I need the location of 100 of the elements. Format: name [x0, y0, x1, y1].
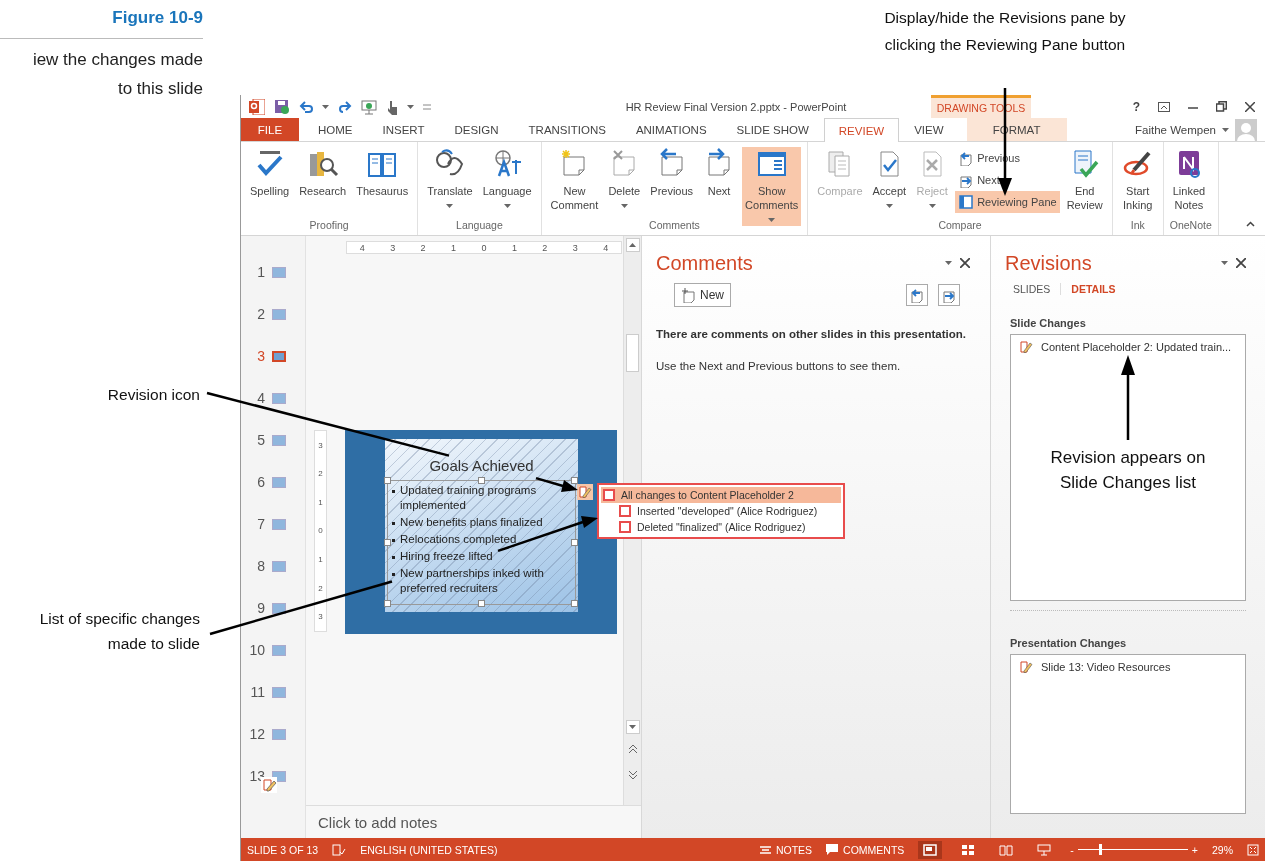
slide-number[interactable]: 1 [247, 264, 265, 280]
ribbon-button[interactable]: Language [479, 147, 535, 212]
ribbon-button[interactable]: Research [296, 147, 350, 200]
resize-handle[interactable] [477, 477, 485, 484]
resize-handle[interactable] [571, 477, 578, 484]
language-status[interactable]: ENGLISH (UNITED STATES) [360, 843, 498, 856]
ribbon-tab[interactable]: FILE [241, 118, 299, 141]
slide-thumbnail[interactable] [272, 434, 286, 446]
resize-handle[interactable] [384, 477, 391, 484]
slide-number[interactable]: 2 [247, 306, 265, 322]
pane-tab[interactable]: DETAILS [1071, 283, 1116, 295]
ribbon-tab[interactable]: SLIDE SHOW [721, 118, 824, 141]
revision-item[interactable]: Inserted "developed" (Alice Rodriguez) [601, 503, 841, 519]
close-icon [1245, 101, 1255, 112]
next-comment-button[interactable] [938, 284, 960, 306]
slide-number[interactable]: 7 [247, 516, 265, 532]
slide-number[interactable]: 5 [247, 432, 265, 448]
slide-thumbnail[interactable] [272, 266, 286, 278]
zoom-in-button[interactable]: + [1191, 843, 1198, 856]
slide-thumbnail[interactable] [272, 308, 286, 320]
ribbon-button[interactable]: Translate [424, 147, 476, 212]
slide-thumbnail[interactable] [272, 392, 286, 404]
ribbon-tab[interactable]: VIEW [899, 118, 959, 141]
slide-number[interactable]: 8 [247, 558, 265, 574]
slide-thumbnail[interactable] [272, 560, 286, 572]
previous-comment-button[interactable] [906, 284, 928, 306]
ribbon-button[interactable]: Show Comments [742, 147, 802, 226]
ribbon-button[interactable]: Thesaurus [353, 147, 412, 200]
ribbon-tab[interactable]: HOME [303, 118, 368, 141]
slide-number[interactable]: 10 [247, 642, 265, 658]
resize-handle[interactable] [477, 600, 485, 607]
slide-thumbnail[interactable] [272, 350, 286, 362]
slide-title: Goals Achieved [428, 457, 535, 474]
revision-text: Inserted "developed" (Alice Rodriguez) [637, 505, 818, 517]
callout-label: List of specific changes made to slide [38, 609, 200, 654]
ribbon-tab[interactable]: ANIMATIONS [620, 118, 722, 141]
scroll-down-button[interactable] [625, 720, 640, 734]
bullet-text: Relocations completed [400, 532, 517, 547]
ribbon-button[interactable]: New Comment [547, 147, 602, 214]
ribbon-button[interactable]: Linked Notes [1169, 147, 1209, 214]
slide-thumbnail[interactable] [272, 476, 286, 488]
ruler-number: 3 [318, 612, 323, 622]
slide-number[interactable]: 12 [247, 726, 265, 742]
revision-item[interactable]: Deleted "finalized" (Alice Rodriguez) [601, 519, 841, 535]
slide-number[interactable]: 11 [247, 684, 265, 700]
user-name[interactable]: Faithe Wempen [1135, 123, 1216, 136]
slide-number[interactable]: 6 [247, 474, 265, 490]
checkbox[interactable] [619, 521, 631, 533]
ribbon-tab[interactable]: DESIGN [439, 118, 514, 141]
resize-handle[interactable] [384, 600, 391, 607]
content-placeholder[interactable]: Updated training programs implemented New benefits plans finalized Relocations completed Hiring freeze lifted New partnerships inked with preferred recruiters [387, 480, 576, 605]
ribbon-tab[interactable]: TRANSITIONS [513, 118, 621, 141]
panel-window-icon [958, 194, 975, 210]
pane-options-icon [1221, 261, 1228, 265]
zoom-out-button[interactable]: - [1070, 843, 1074, 856]
revision-marker[interactable] [577, 484, 593, 500]
checkbox[interactable] [619, 505, 631, 517]
slide-thumbnail[interactable] [272, 644, 286, 656]
checkbox[interactable] [603, 489, 615, 501]
scroll-up-button[interactable] [625, 238, 640, 252]
slide-thumbnail[interactable] [272, 602, 286, 614]
slide-number[interactable]: 3 [247, 348, 265, 364]
double-up-arrow-icon [628, 745, 637, 753]
ribbon-button[interactable]: Previous [647, 147, 697, 200]
ribbon-button[interactable]: Next [955, 169, 1003, 191]
callout-label: Display/hide the Revisions pane by clicking the Reviewing Pane button [883, 8, 1127, 55]
pane-tab[interactable]: SLIDES [1013, 283, 1051, 295]
ribbon-button[interactable]: Delete [605, 147, 644, 212]
notes-button[interactable]: NOTES [759, 843, 813, 856]
change-item[interactable]: Content Placeholder 2: Updated train... [1019, 340, 1237, 354]
scroll-thumb[interactable] [626, 334, 639, 372]
ribbon-button[interactable]: Accept [869, 147, 910, 212]
group-label: OneNote [1169, 219, 1212, 233]
comments-button[interactable]: COMMENTS [826, 843, 905, 856]
slide-thumbnail[interactable] [272, 518, 286, 530]
change-item[interactable]: Slide 13: Video Resources [1019, 660, 1237, 674]
close-icon [960, 258, 970, 268]
zoom-percent[interactable]: 29% [1212, 843, 1233, 856]
ribbon-tab[interactable]: REVIEW [823, 118, 900, 142]
resize-handle[interactable] [571, 600, 578, 607]
slide-thumbnail[interactable] [272, 728, 286, 740]
slide-number[interactable]: 9 [247, 600, 265, 616]
ribbon-button[interactable]: Next [700, 147, 739, 200]
ribbon-button[interactable]: Reviewing Pane [955, 191, 1060, 213]
resize-handle[interactable] [571, 538, 578, 546]
note-left-arrow-icon [909, 287, 925, 303]
revision-item[interactable]: All changes to Content Placeholder 2 [601, 487, 841, 503]
help-button[interactable]: ? [1132, 99, 1140, 114]
ribbon-tab[interactable]: INSERT [367, 118, 440, 141]
ribbon-button[interactable]: Spelling [247, 147, 293, 200]
slide-number[interactable]: 4 [247, 390, 265, 406]
restore-icon [1216, 101, 1227, 112]
zoom-thumb[interactable] [1099, 844, 1103, 855]
new-comment-button[interactable]: New [674, 283, 731, 307]
view-button[interactable] [918, 840, 943, 859]
slide-thumbnail[interactable] [272, 686, 286, 698]
ribbon-button[interactable]: End Review [1063, 147, 1106, 214]
revision-text: All changes to Content Placeholder 2 [621, 489, 794, 501]
resize-handle[interactable] [384, 538, 391, 546]
ribbon-button[interactable]: Start Inking [1118, 147, 1157, 214]
